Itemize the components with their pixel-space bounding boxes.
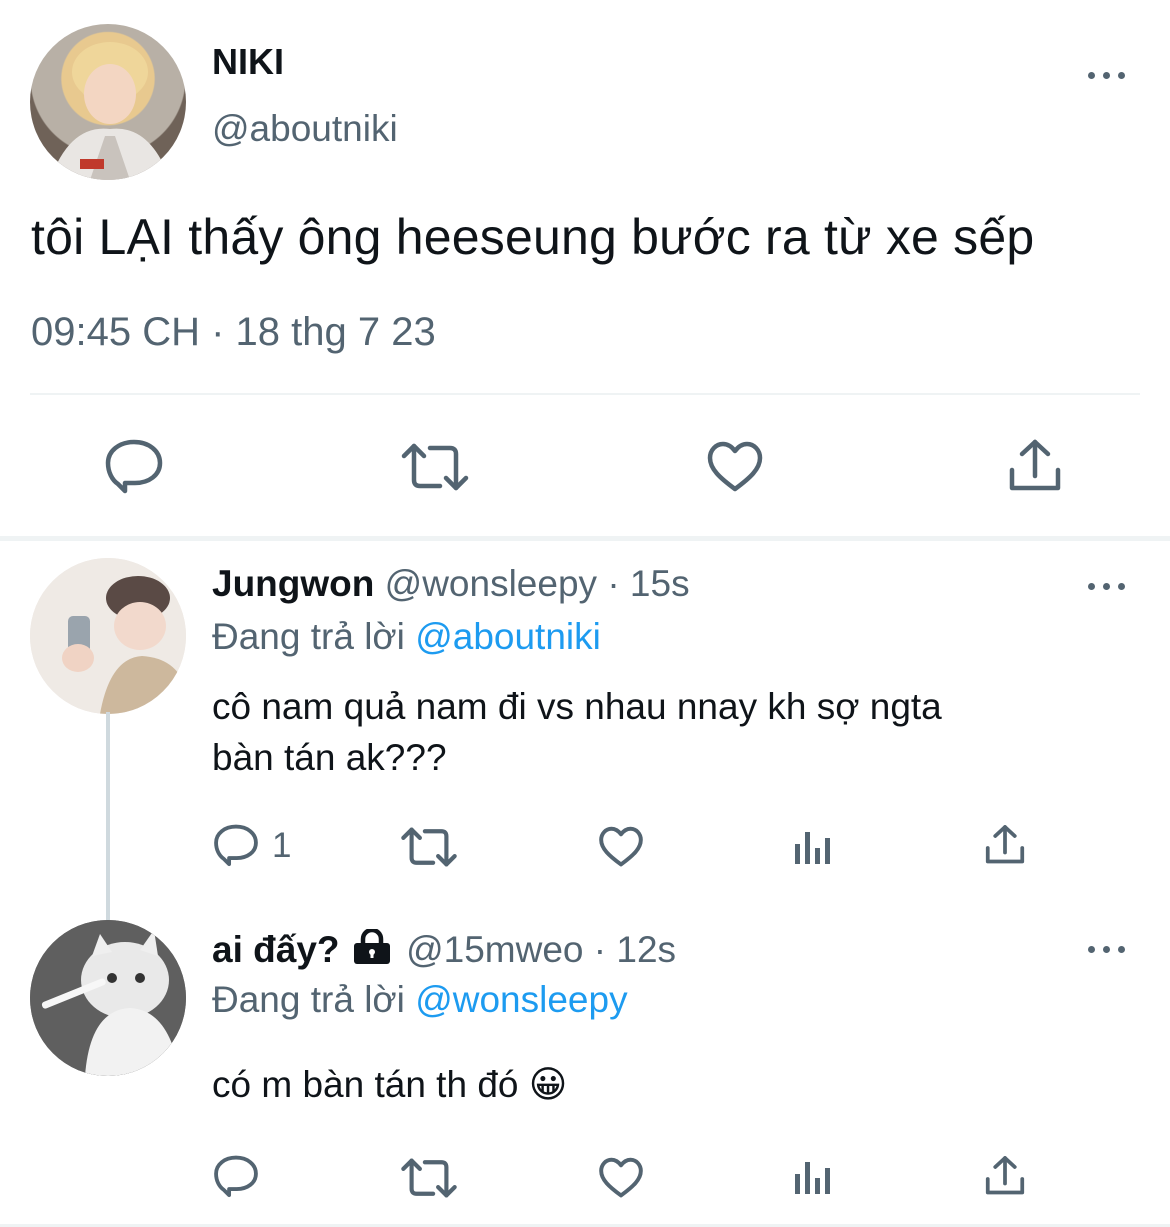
tweet-timestamp[interactable]: 09:45 CH · 18 thg 7 23 <box>31 310 436 355</box>
reply-icon[interactable] <box>213 823 259 867</box>
avatar-cat[interactable] <box>30 920 186 1076</box>
author-handle[interactable]: @aboutniki <box>212 108 398 150</box>
divider <box>30 393 1140 395</box>
reply1-replying-to: Đang trả lời @aboutniki <box>212 616 601 658</box>
more-icon[interactable] <box>1088 579 1128 593</box>
heart-icon[interactable] <box>598 826 644 868</box>
replying-to-link[interactable]: @wonsleepy <box>415 979 627 1020</box>
views-icon[interactable] <box>794 1158 832 1196</box>
reply2-replying-to: Đang trả lời @wonsleepy <box>212 979 628 1021</box>
avatar-jungwon[interactable] <box>30 558 186 714</box>
more-icon[interactable] <box>1088 68 1128 82</box>
lock-icon <box>352 929 392 965</box>
tweet-text: tôi LẠI thấy ông heeseung bước ra từ xe … <box>31 209 1035 265</box>
retweet-icon[interactable] <box>400 1157 458 1199</box>
share-icon[interactable] <box>1008 438 1062 494</box>
reply2-time[interactable]: · 12s <box>594 929 676 970</box>
more-icon[interactable] <box>1088 942 1128 956</box>
avatar-niki[interactable] <box>30 24 186 180</box>
reply1-display-name[interactable]: Jungwon <box>212 563 374 604</box>
share-icon[interactable] <box>984 824 1026 866</box>
reply2-header: ai đấy? @15mweo · 12s <box>212 929 676 971</box>
author-display-name[interactable]: NIKI <box>212 41 284 83</box>
views-icon[interactable] <box>794 828 832 866</box>
heart-icon[interactable] <box>706 441 764 493</box>
reply1-time[interactable]: · 15s <box>607 563 689 604</box>
reply1-text-line1: cô nam quả nam đi vs nhau nnay kh sợ ngt… <box>212 686 942 727</box>
reply1-text-line2: bàn tán ak??? <box>212 737 447 778</box>
share-icon[interactable] <box>984 1155 1026 1197</box>
reply-icon[interactable] <box>213 1154 259 1198</box>
replying-prefix: Đang trả lời <box>212 979 405 1020</box>
thread-connector <box>106 712 110 920</box>
heart-icon[interactable] <box>598 1157 644 1199</box>
reply1-header: Jungwon @wonsleepy · 15s <box>212 563 690 605</box>
retweet-icon[interactable] <box>400 826 458 868</box>
reply1-handle[interactable]: @wonsleepy <box>385 563 597 604</box>
section-divider <box>0 536 1170 541</box>
reply2-text-body: có m bàn tán th đó <box>212 1064 519 1105</box>
grinning-emoji: 😀 <box>528 1064 568 1105</box>
replying-to-link[interactable]: @aboutniki <box>415 616 601 657</box>
reply2-text: có m bàn tán th đó 😀 <box>212 1063 567 1106</box>
reply-icon[interactable] <box>104 438 164 494</box>
reply2-display-name[interactable]: ai đấy? <box>212 929 340 970</box>
replying-prefix: Đang trả lời <box>212 616 405 657</box>
reply-count: 1 <box>272 826 292 865</box>
reply2-handle[interactable]: @15mweo <box>406 929 583 970</box>
retweet-icon[interactable] <box>400 442 470 492</box>
